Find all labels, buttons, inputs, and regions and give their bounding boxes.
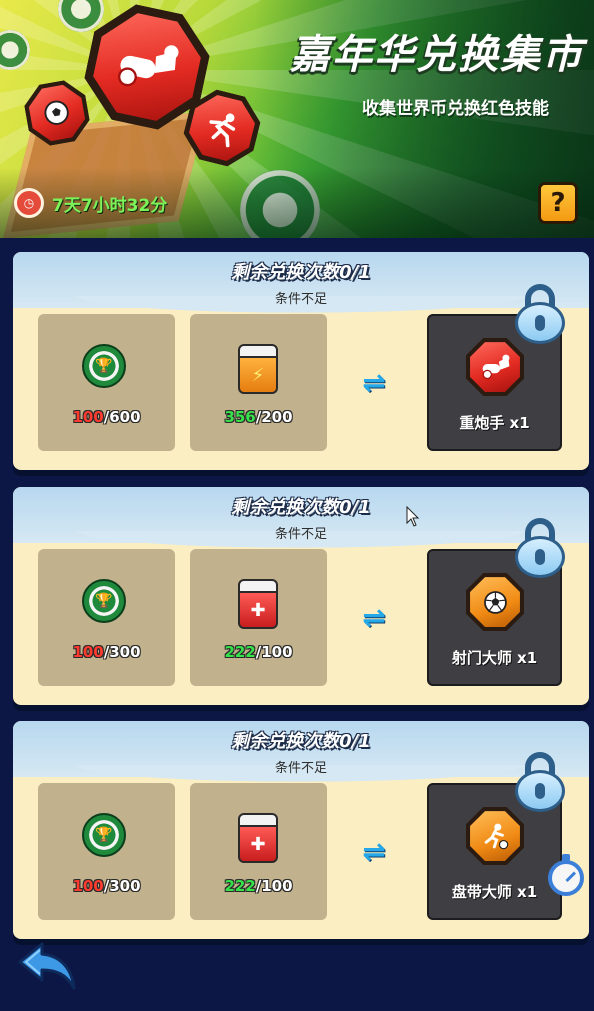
world-coin-icon: 🏆 — [82, 344, 130, 396]
orange-cube-icon: ⚡ — [234, 344, 282, 396]
exchange-card: 剩余兑换次数0/1 条件不足 🏆 100/600 ⚡ 356/200 ⇌ 重炮手… — [13, 252, 589, 470]
cost-count: 100/600 — [72, 408, 141, 426]
event-title: 嘉年华兑换集市 — [290, 32, 584, 78]
cost-slot-cube[interactable]: ✚ 222/100 — [190, 783, 327, 920]
event-timer: ◷ 7天7小时32分 — [14, 188, 167, 218]
exchange-arrow-icon: ⇌ — [362, 835, 386, 868]
exchange-card: 剩余兑换次数0/1 条件不足 🏆 100/300 ✚ 222/100 ⇌ 射门大… — [13, 487, 589, 705]
cost-count: 222/100 — [224, 877, 293, 895]
back-arrow-icon — [18, 942, 76, 990]
remaining-exchanges-title: 剩余兑换次数0/1 — [231, 262, 371, 283]
event-banner: 嘉年华兑换集市 收集世界币兑换红色技能 ◷ 7天7小时32分 ? — [0, 0, 594, 238]
remaining-exchanges-title: 剩余兑换次数0/1 — [231, 731, 371, 752]
cost-count: 100/300 — [72, 643, 141, 661]
stopwatch-icon — [548, 854, 584, 896]
card-status: 条件不足 — [274, 527, 327, 542]
reward-label: 射门大师 x1 — [451, 649, 538, 667]
card-status: 条件不足 — [274, 292, 327, 307]
reward-label: 重炮手 x1 — [459, 414, 530, 432]
back-button[interactable] — [16, 938, 80, 994]
cost-count: 356/200 — [224, 408, 293, 426]
exchange-arrow-icon: ⇌ — [362, 366, 386, 399]
timer-text: 7天7小时32分 — [52, 195, 168, 216]
exchange-card: 剩余兑换次数0/1 条件不足 🏆 100/300 ✚ 222/100 ⇌ 盘带大… — [13, 721, 589, 939]
red-cube-icon: ✚ — [234, 579, 282, 631]
help-button[interactable]: ? — [538, 182, 578, 224]
soccer-ball-icon — [466, 573, 524, 631]
exchange-arrow-icon: ⇌ — [362, 601, 386, 634]
card-status: 条件不足 — [274, 761, 327, 776]
cost-count: 100/300 — [72, 877, 141, 895]
reward-label: 盘带大师 x1 — [451, 883, 538, 901]
event-subtitle: 收集世界币兑换红色技能 — [362, 99, 549, 119]
cost-slot-coin[interactable]: 🏆 100/300 — [38, 783, 175, 920]
cost-slot-cube[interactable]: ⚡ 356/200 — [190, 314, 327, 451]
cost-slot-coin[interactable]: 🏆 100/600 — [38, 314, 175, 451]
cost-slot-coin[interactable]: 🏆 100/300 — [38, 549, 175, 686]
world-coin-icon: 🏆 — [82, 813, 130, 865]
cost-slot-cube[interactable]: ✚ 222/100 — [190, 549, 327, 686]
clock-icon: ◷ — [14, 188, 44, 218]
dribbler-icon — [466, 807, 524, 865]
soccer-skill-badge-icon — [21, 77, 93, 149]
red-cube-icon: ✚ — [234, 813, 282, 865]
remaining-exchanges-title: 剩余兑换次数0/1 — [231, 497, 371, 518]
cost-count: 222/100 — [224, 643, 293, 661]
world-coin-icon: 🏆 — [82, 579, 130, 631]
cannon-icon — [466, 338, 524, 396]
